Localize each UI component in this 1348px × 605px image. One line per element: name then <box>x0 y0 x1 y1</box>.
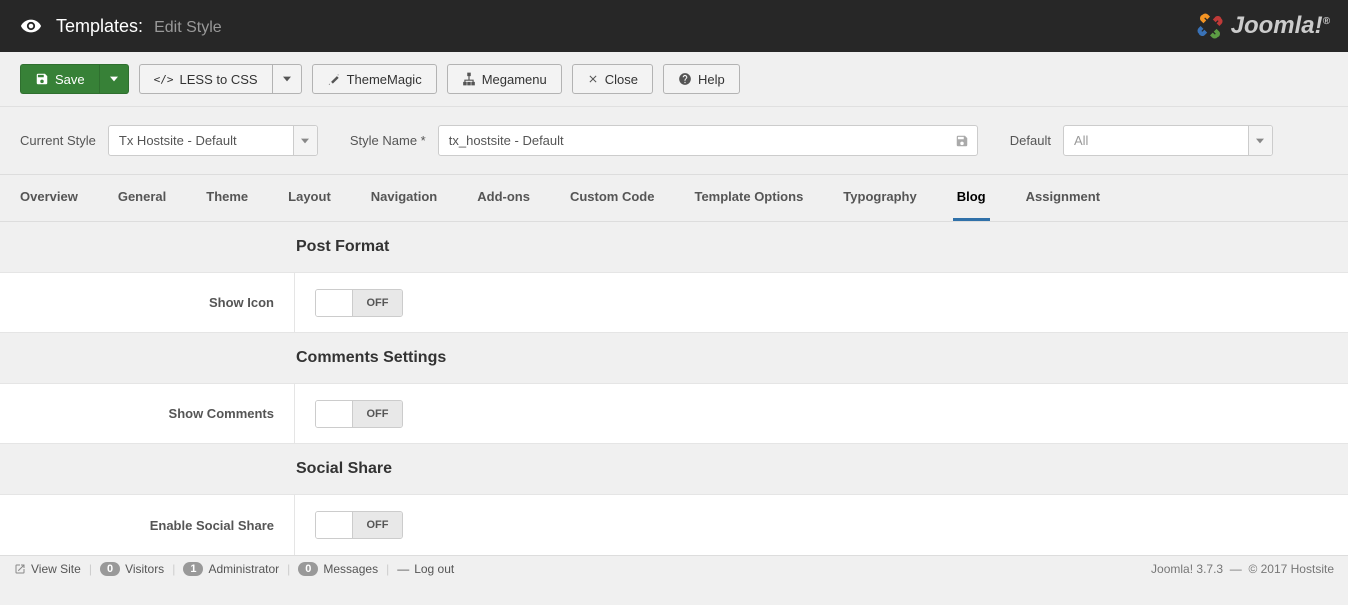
less-dropdown-button[interactable] <box>272 64 302 94</box>
section-comments: Comments Settings <box>0 333 1348 384</box>
wand-icon <box>327 72 341 86</box>
tab-assignment[interactable]: Assignment <box>1022 175 1104 221</box>
save-icon <box>955 134 969 148</box>
chevron-down-icon <box>293 126 317 155</box>
footer-version: Joomla! 3.7.3 — © 2017 Hostsite <box>1151 562 1334 576</box>
close-button[interactable]: Close <box>572 64 653 94</box>
section-social: Social Share <box>0 444 1348 495</box>
page-title: Templates: Edit Style <box>56 16 222 37</box>
messages-link[interactable]: 0 Messages <box>298 562 378 576</box>
less-button-group: </> LESS to CSS <box>139 64 302 94</box>
caret-down-icon <box>283 75 291 83</box>
show-comments-label: Show Comments <box>0 384 295 443</box>
default-select[interactable]: All <box>1063 125 1273 156</box>
enable-social-toggle[interactable]: OFF <box>315 511 403 539</box>
default-label: Default <box>1010 133 1051 148</box>
tab-general[interactable]: General <box>114 175 170 221</box>
section-post-format: Post Format <box>0 222 1348 273</box>
tab-custom-code[interactable]: Custom Code <box>566 175 659 221</box>
chevron-down-icon <box>1248 126 1272 155</box>
tab-theme[interactable]: Theme <box>202 175 252 221</box>
less-to-css-button[interactable]: </> LESS to CSS <box>139 64 272 94</box>
caret-down-icon <box>110 75 118 83</box>
code-icon: </> <box>154 73 174 86</box>
show-icon-label: Show Icon <box>0 273 295 332</box>
tab-overview[interactable]: Overview <box>16 175 82 221</box>
toolbar: Save </> LESS to CSS ThemeMagic Megamenu… <box>0 52 1348 106</box>
brand-text: Joomla!® <box>1231 12 1330 40</box>
current-style-label: Current Style <box>20 133 96 148</box>
style-form-row: Current Style Tx Hostsite - Default Styl… <box>0 106 1348 175</box>
save-button-group: Save <box>20 64 129 94</box>
joomla-logo: Joomla!® <box>1195 11 1330 41</box>
sitemap-icon <box>462 72 476 86</box>
admin-link[interactable]: 1 Administrator <box>183 562 279 576</box>
show-comments-toggle[interactable]: OFF <box>315 400 403 428</box>
tab-layout[interactable]: Layout <box>284 175 335 221</box>
minus-icon: — <box>397 562 409 576</box>
save-icon <box>35 72 49 86</box>
help-icon <box>678 72 692 86</box>
share-icon <box>14 563 26 575</box>
tab-navigation[interactable]: Navigation <box>367 175 441 221</box>
style-name-input[interactable]: tx_hostsite - Default <box>438 125 978 156</box>
close-icon <box>587 73 599 85</box>
thememagic-button[interactable]: ThemeMagic <box>312 64 437 94</box>
preview-icon <box>20 15 42 37</box>
megamenu-button[interactable]: Megamenu <box>447 64 562 94</box>
visitors-link[interactable]: 0 Visitors <box>100 562 164 576</box>
field-enable-social: Enable Social Share OFF <box>0 495 1348 555</box>
save-dropdown-button[interactable] <box>99 64 129 94</box>
field-show-comments: Show Comments OFF <box>0 384 1348 444</box>
tab-typography[interactable]: Typography <box>839 175 920 221</box>
view-site-link[interactable]: View Site <box>14 562 81 576</box>
current-style-select[interactable]: Tx Hostsite - Default <box>108 125 318 156</box>
tab-add-ons[interactable]: Add-ons <box>473 175 534 221</box>
app-header: Templates: Edit Style Joomla!® <box>0 0 1348 52</box>
tab-template-options[interactable]: Template Options <box>690 175 807 221</box>
tabs: Overview General Theme Layout Navigation Add-… <box>0 175 1348 222</box>
logout-link[interactable]: — Log out <box>397 562 454 576</box>
field-show-icon: Show Icon OFF <box>0 273 1348 333</box>
style-name-label: Style Name * <box>350 133 426 148</box>
footer: View Site | 0 Visitors | 1 Administrator… <box>0 555 1348 582</box>
show-icon-toggle[interactable]: OFF <box>315 289 403 317</box>
content: Post Format Show Icon OFF Comments Setti… <box>0 222 1348 555</box>
enable-social-label: Enable Social Share <box>0 495 295 555</box>
help-button[interactable]: Help <box>663 64 740 94</box>
save-button[interactable]: Save <box>20 64 99 94</box>
tab-blog[interactable]: Blog <box>953 175 990 221</box>
